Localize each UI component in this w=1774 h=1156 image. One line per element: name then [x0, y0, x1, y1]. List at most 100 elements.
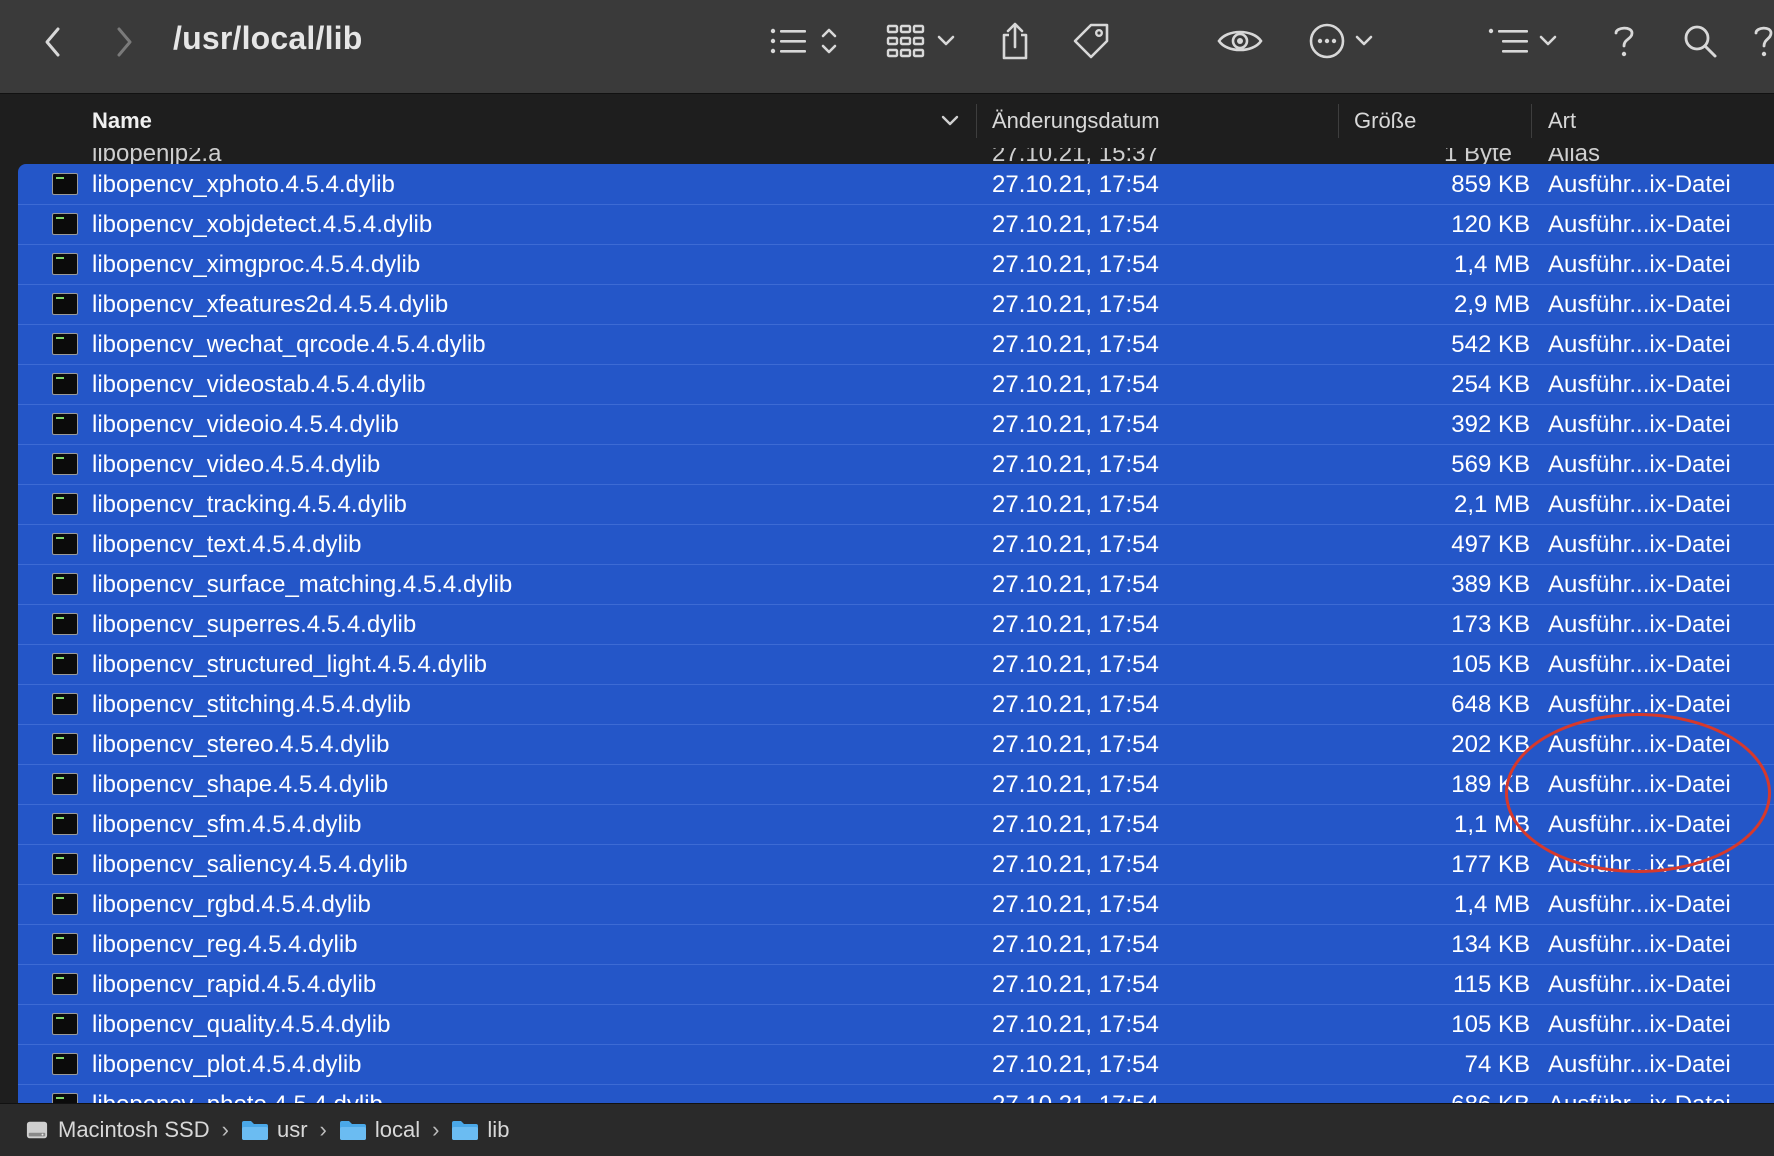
file-list[interactable]: libopenjp2.a 27.10.21, 15:37 1 Byte Alia… [0, 148, 1774, 1103]
file-date: 27.10.21, 17:54 [992, 571, 1159, 598]
file-date: 27.10.21, 17:54 [992, 1051, 1159, 1078]
list-item[interactable]: libopencv_shape.4.5.4.dylib 27.10.21, 17:… [18, 765, 1774, 805]
list-item[interactable]: libopencv_videostab.4.5.4.dylib 27.10.21,… [18, 365, 1774, 405]
list-item[interactable]: libopencv_surface_matching.4.5.4.dylib 27… [18, 565, 1774, 605]
file-date: 27.10.21, 17:54 [992, 251, 1159, 278]
list-item[interactable]: libopencv_xphoto.4.5.4.dylib 27.10.21, 17… [18, 165, 1774, 205]
column-divider[interactable] [1338, 104, 1339, 138]
list-item[interactable]: libopencv_tracking.4.5.4.dylib 27.10.21, … [18, 485, 1774, 525]
file-date: 27.10.21, 17:54 [992, 891, 1159, 918]
file-size: 389 KB [1451, 571, 1530, 598]
list-item[interactable]: libopencv_video.4.5.4.dylib 27.10.21, 17:… [18, 445, 1774, 485]
exec-file-icon [52, 613, 78, 635]
exec-file-icon [52, 1093, 78, 1103]
column-header-kind[interactable]: Art [1548, 94, 1576, 148]
forward-button[interactable] [104, 22, 144, 62]
file-size: 497 KB [1451, 531, 1530, 558]
list-item[interactable]: libopencv_stitching.4.5.4.dylib 27.10.21,… [18, 685, 1774, 725]
list-item[interactable]: libopencv_xobjdetect.4.5.4.dylib 27.10.21… [18, 205, 1774, 245]
exec-file-icon [52, 853, 78, 875]
list-item[interactable]: libopencv_rapid.4.5.4.dylib 27.10.21, 17:… [18, 965, 1774, 1005]
view-options-button[interactable] [770, 18, 840, 64]
exec-file-icon [52, 253, 78, 275]
exec-file-icon [52, 773, 78, 795]
file-kind: Ausführ...ix-Datei [1548, 291, 1731, 318]
list-item[interactable]: libopencv_plot.4.5.4.dylib 27.10.21, 17:5… [18, 1045, 1774, 1085]
file-date: 27.10.21, 17:54 [992, 1011, 1159, 1038]
column-header-name[interactable]: Name [92, 94, 152, 148]
file-kind: Ausführ...ix-Datei [1548, 691, 1731, 718]
file-size: 115 KB [1453, 971, 1530, 998]
list-item[interactable]: libopencv_text.4.5.4.dylib 27.10.21, 17:5… [18, 525, 1774, 565]
file-name: libopencv_video.4.5.4.dylib [92, 451, 381, 478]
list-item[interactable]: libopencv_ximgproc.4.5.4.dylib 27.10.21, … [18, 245, 1774, 285]
column-divider[interactable] [976, 104, 977, 138]
file-date: 27.10.21, 17:54 [992, 611, 1159, 638]
file-name: libopencv_stereo.4.5.4.dylib [92, 731, 390, 758]
file-kind: Ausführ...ix-Datei [1548, 811, 1731, 838]
exec-file-icon [52, 693, 78, 715]
list-item[interactable]: libopencv_stereo.4.5.4.dylib 27.10.21, 17… [18, 725, 1774, 765]
chevron-down-icon[interactable] [940, 112, 960, 130]
help-button[interactable] [1611, 18, 1637, 64]
exec-file-icon [52, 333, 78, 355]
list-item[interactable]: libopencv_quality.4.5.4.dylib 27.10.21, 1… [18, 1005, 1774, 1045]
file-kind: Ausführ...ix-Datei [1548, 611, 1731, 638]
chevron-down-icon [1355, 35, 1373, 46]
column-header-date[interactable]: Änderungsdatum [992, 94, 1160, 148]
list-item[interactable]: libopencv_sfm.4.5.4.dylib 27.10.21, 17:54… [18, 805, 1774, 845]
file-size: 134 KB [1451, 931, 1530, 958]
path-item-disk[interactable]: Macintosh SSD [24, 1117, 210, 1143]
file-name: libopencv_videoio.4.5.4.dylib [92, 411, 399, 438]
list-item[interactable]: libopencv_wechat_qrcode.4.5.4.dylib 27.10… [18, 325, 1774, 365]
exec-file-icon [52, 533, 78, 555]
file-name: libopencv_xfeatures2d.4.5.4.dylib [92, 291, 449, 318]
path-bar: Macintosh SSD › usr › local › lib [0, 1103, 1774, 1156]
file-name: libopencv_structured_light.4.5.4.dylib [92, 651, 487, 678]
path-separator: › [221, 1117, 229, 1142]
column-header-size[interactable]: Größe [1354, 94, 1416, 148]
file-name: libopencv_xobjdetect.4.5.4.dylib [92, 211, 433, 238]
search-button[interactable] [1682, 18, 1718, 64]
help-button-overflow[interactable] [1752, 18, 1774, 64]
list-item[interactable]: libopencv_photo.4.5.4.dylib 27.10.21, 17… [18, 1085, 1774, 1103]
file-date: 27.10.21, 17:54 [992, 851, 1159, 878]
column-divider[interactable] [1531, 104, 1532, 138]
path-item-lib[interactable]: lib [451, 1117, 509, 1143]
file-kind: Ausführ...ix-Datei [1548, 1011, 1731, 1038]
file-size: 2,9 MB [1453, 291, 1530, 318]
file-size: 189 KB [1451, 771, 1530, 798]
list-item[interactable]: libopenjp2.a 27.10.21, 15:37 1 Byte Alia… [0, 148, 1774, 167]
file-date: 27.10.21, 17:54 [992, 691, 1159, 718]
list-item[interactable]: libopencv_xfeatures2d.4.5.4.dylib 27.10.2… [18, 285, 1774, 325]
action-menu-button[interactable] [1308, 18, 1374, 64]
list-item[interactable]: libopencv_saliency.4.5.4.dylib 27.10.21, … [18, 845, 1774, 885]
file-name: libopencv_sfm.4.5.4.dylib [92, 811, 362, 838]
group-button[interactable] [886, 18, 956, 64]
list-item[interactable]: libopencv_rgbd.4.5.4.dylib 27.10.21, 17:5… [18, 885, 1774, 925]
file-date: 27.10.21, 17:54 [992, 411, 1159, 438]
exec-file-icon [52, 373, 78, 395]
list-item[interactable]: libopencv_reg.4.5.4.dylib 27.10.21, 17:54… [18, 925, 1774, 965]
tag-button[interactable] [1071, 18, 1111, 64]
file-kind: Ausführ...ix-Datei [1548, 211, 1731, 238]
quick-look-button[interactable] [1217, 18, 1263, 64]
file-date: 27.10.21, 17:54 [992, 651, 1159, 678]
share-button[interactable] [999, 18, 1031, 64]
file-kind: Ausführ...ix-Datei [1548, 771, 1731, 798]
group-by-button[interactable] [1488, 18, 1558, 64]
folder-icon [241, 1121, 268, 1140]
file-name: libopencv_rapid.4.5.4.dylib [92, 971, 377, 998]
list-item[interactable]: libopencv_videoio.4.5.4.dylib 27.10.21, 1… [18, 405, 1774, 445]
back-button[interactable] [33, 22, 73, 62]
path-item-label: local [374, 1117, 421, 1142]
list-item[interactable]: libopencv_structured_light.4.5.4.dylib 27… [18, 645, 1774, 685]
exec-file-icon [52, 173, 78, 195]
file-size: 74 KB [1464, 1051, 1530, 1078]
file-kind: Ausführ...ix-Datei [1548, 731, 1731, 758]
path-item-usr[interactable]: usr [241, 1117, 308, 1143]
path-item-local[interactable]: local [339, 1117, 420, 1143]
file-kind: Ausführ...ix-Datei [1548, 491, 1731, 518]
file-size: 1,1 MB [1453, 811, 1530, 838]
list-item[interactable]: libopencv_superres.4.5.4.dylib 27.10.21, … [18, 605, 1774, 645]
